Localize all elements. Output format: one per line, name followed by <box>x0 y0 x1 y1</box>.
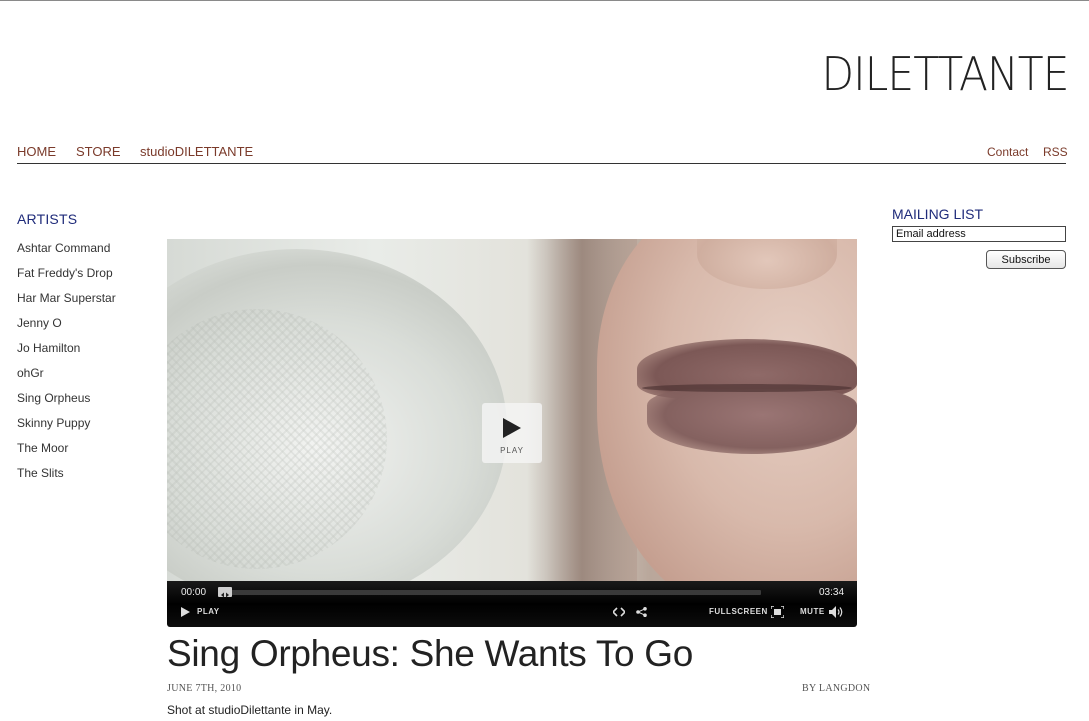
top-navigation: HOME STORE studioDILETTANTE Contact RSS <box>17 144 1068 164</box>
artist-link[interactable]: Skinny Puppy <box>17 416 116 441</box>
artist-list: Ashtar Command Fat Freddy's Drop Har Mar… <box>17 241 116 491</box>
artist-link[interactable]: Har Mar Superstar <box>17 291 116 316</box>
artists-heading: ARTISTS <box>17 211 78 227</box>
microphone-image <box>167 249 507 581</box>
video-player[interactable]: PLAY <box>167 239 857 581</box>
share-icon[interactable] <box>636 607 647 617</box>
mute-button[interactable]: MUTE <box>800 607 825 616</box>
play-icon <box>503 418 521 438</box>
current-time: 00:00 <box>181 587 207 598</box>
play-icon[interactable] <box>181 607 190 617</box>
play-button[interactable]: PLAY <box>197 607 220 616</box>
play-overlay-label: PLAY <box>500 446 524 455</box>
nav-contact[interactable]: Contact <box>987 145 1028 159</box>
seek-arrows-icon <box>221 592 229 598</box>
video-controls: 00:00 03:34 PLAY FULLSCREEN MUTE <box>167 581 857 627</box>
seek-handle[interactable] <box>218 587 232 598</box>
volume-icon[interactable] <box>829 606 845 618</box>
nav-studio-dilettante[interactable]: studioDILETTANTE <box>140 144 253 159</box>
fullscreen-button[interactable]: FULLSCREEN <box>709 607 768 616</box>
nav-store[interactable]: STORE <box>76 144 121 159</box>
site-logo[interactable]: DILETTANTE <box>822 51 1070 97</box>
artist-link[interactable]: ohGr <box>17 366 116 391</box>
post-caption: Shot at studioDilettante in May. <box>167 703 333 717</box>
artist-link[interactable]: Fat Freddy's Drop <box>17 266 116 291</box>
duration: 03:34 <box>819 587 845 598</box>
nav-home[interactable]: HOME <box>17 144 56 159</box>
subscribe-button[interactable]: Subscribe <box>986 250 1066 269</box>
fullscreen-icon[interactable] <box>771 606 784 618</box>
post-author: BY LANGDON <box>802 683 871 694</box>
artist-link[interactable]: The Moor <box>17 441 116 466</box>
artist-link[interactable]: Sing Orpheus <box>17 391 116 416</box>
artist-link[interactable]: Jo Hamilton <box>17 341 116 366</box>
nav-rss[interactable]: RSS <box>1043 145 1068 159</box>
seek-bar[interactable] <box>219 590 761 595</box>
artist-link[interactable]: The Slits <box>17 466 116 491</box>
play-overlay-button[interactable]: PLAY <box>482 403 542 463</box>
post-date: JUNE 7TH, 2010 <box>167 683 242 694</box>
artist-link[interactable]: Jenny O <box>17 316 116 341</box>
email-input[interactable] <box>892 226 1066 242</box>
embed-code-icon[interactable] <box>613 607 625 617</box>
artist-link[interactable]: Ashtar Command <box>17 241 116 266</box>
mailing-list-heading: MAILING LIST <box>892 206 984 222</box>
post-title[interactable]: Sing Orpheus: She Wants To Go <box>167 633 693 675</box>
